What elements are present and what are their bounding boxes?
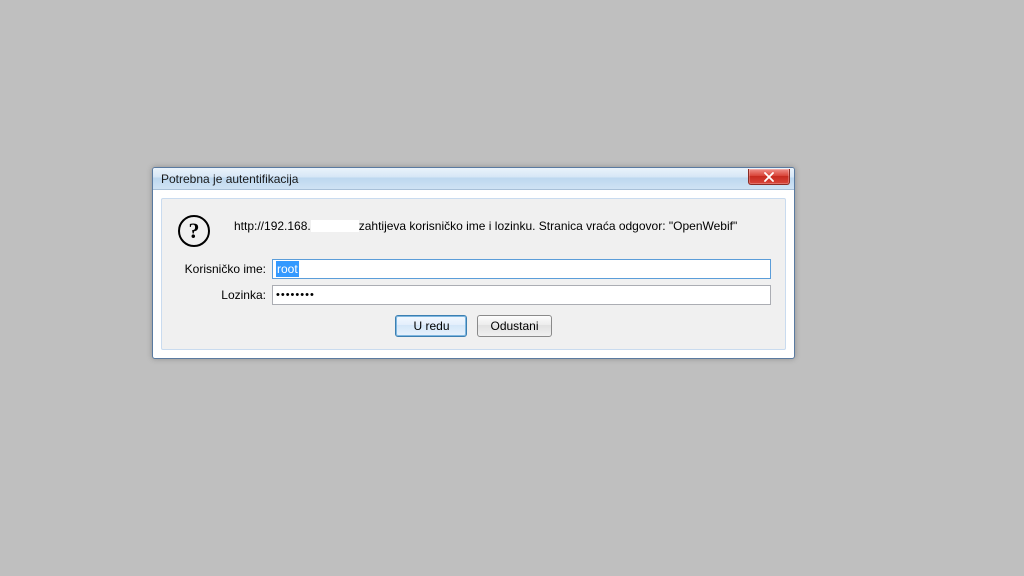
ok-button[interactable]: U redu — [395, 315, 467, 337]
ip-redacted — [311, 220, 359, 232]
button-row: U redu Odustani — [176, 315, 771, 337]
titlebar[interactable]: Potrebna je autentifikacija — [153, 168, 794, 190]
message-suffix: zahtijeva korisničko ime i lozinku. Stra… — [359, 219, 737, 233]
question-icon: ? — [178, 215, 210, 247]
message-prefix: http://192.168. — [234, 219, 311, 233]
close-icon — [763, 172, 775, 182]
auth-dialog: Potrebna je autentifikacija ? http://192… — [152, 167, 795, 359]
close-button[interactable] — [748, 169, 790, 185]
auth-message: http://192.168. zahtijeva korisničko ime … — [234, 213, 771, 233]
username-value: root — [276, 261, 299, 277]
username-input[interactable]: root — [272, 259, 771, 279]
password-input[interactable]: •••••••• — [272, 285, 771, 305]
dialog-title: Potrebna je autentifikacija — [161, 168, 794, 190]
password-row: Lozinka: •••••••• — [176, 285, 771, 305]
message-row: ? http://192.168. zahtijeva korisničko im… — [176, 213, 771, 247]
dialog-content: ? http://192.168. zahtijeva korisničko im… — [161, 198, 786, 350]
username-row: Korisničko ime: root — [176, 259, 771, 279]
cancel-label: Odustani — [490, 319, 538, 333]
password-label: Lozinka: — [176, 288, 272, 302]
dialog-content-wrap: ? http://192.168. zahtijeva korisničko im… — [153, 190, 794, 358]
password-mask: •••••••• — [276, 289, 315, 301]
username-label: Korisničko ime: — [176, 262, 272, 276]
ok-label: U redu — [413, 319, 449, 333]
cancel-button[interactable]: Odustani — [477, 315, 551, 337]
